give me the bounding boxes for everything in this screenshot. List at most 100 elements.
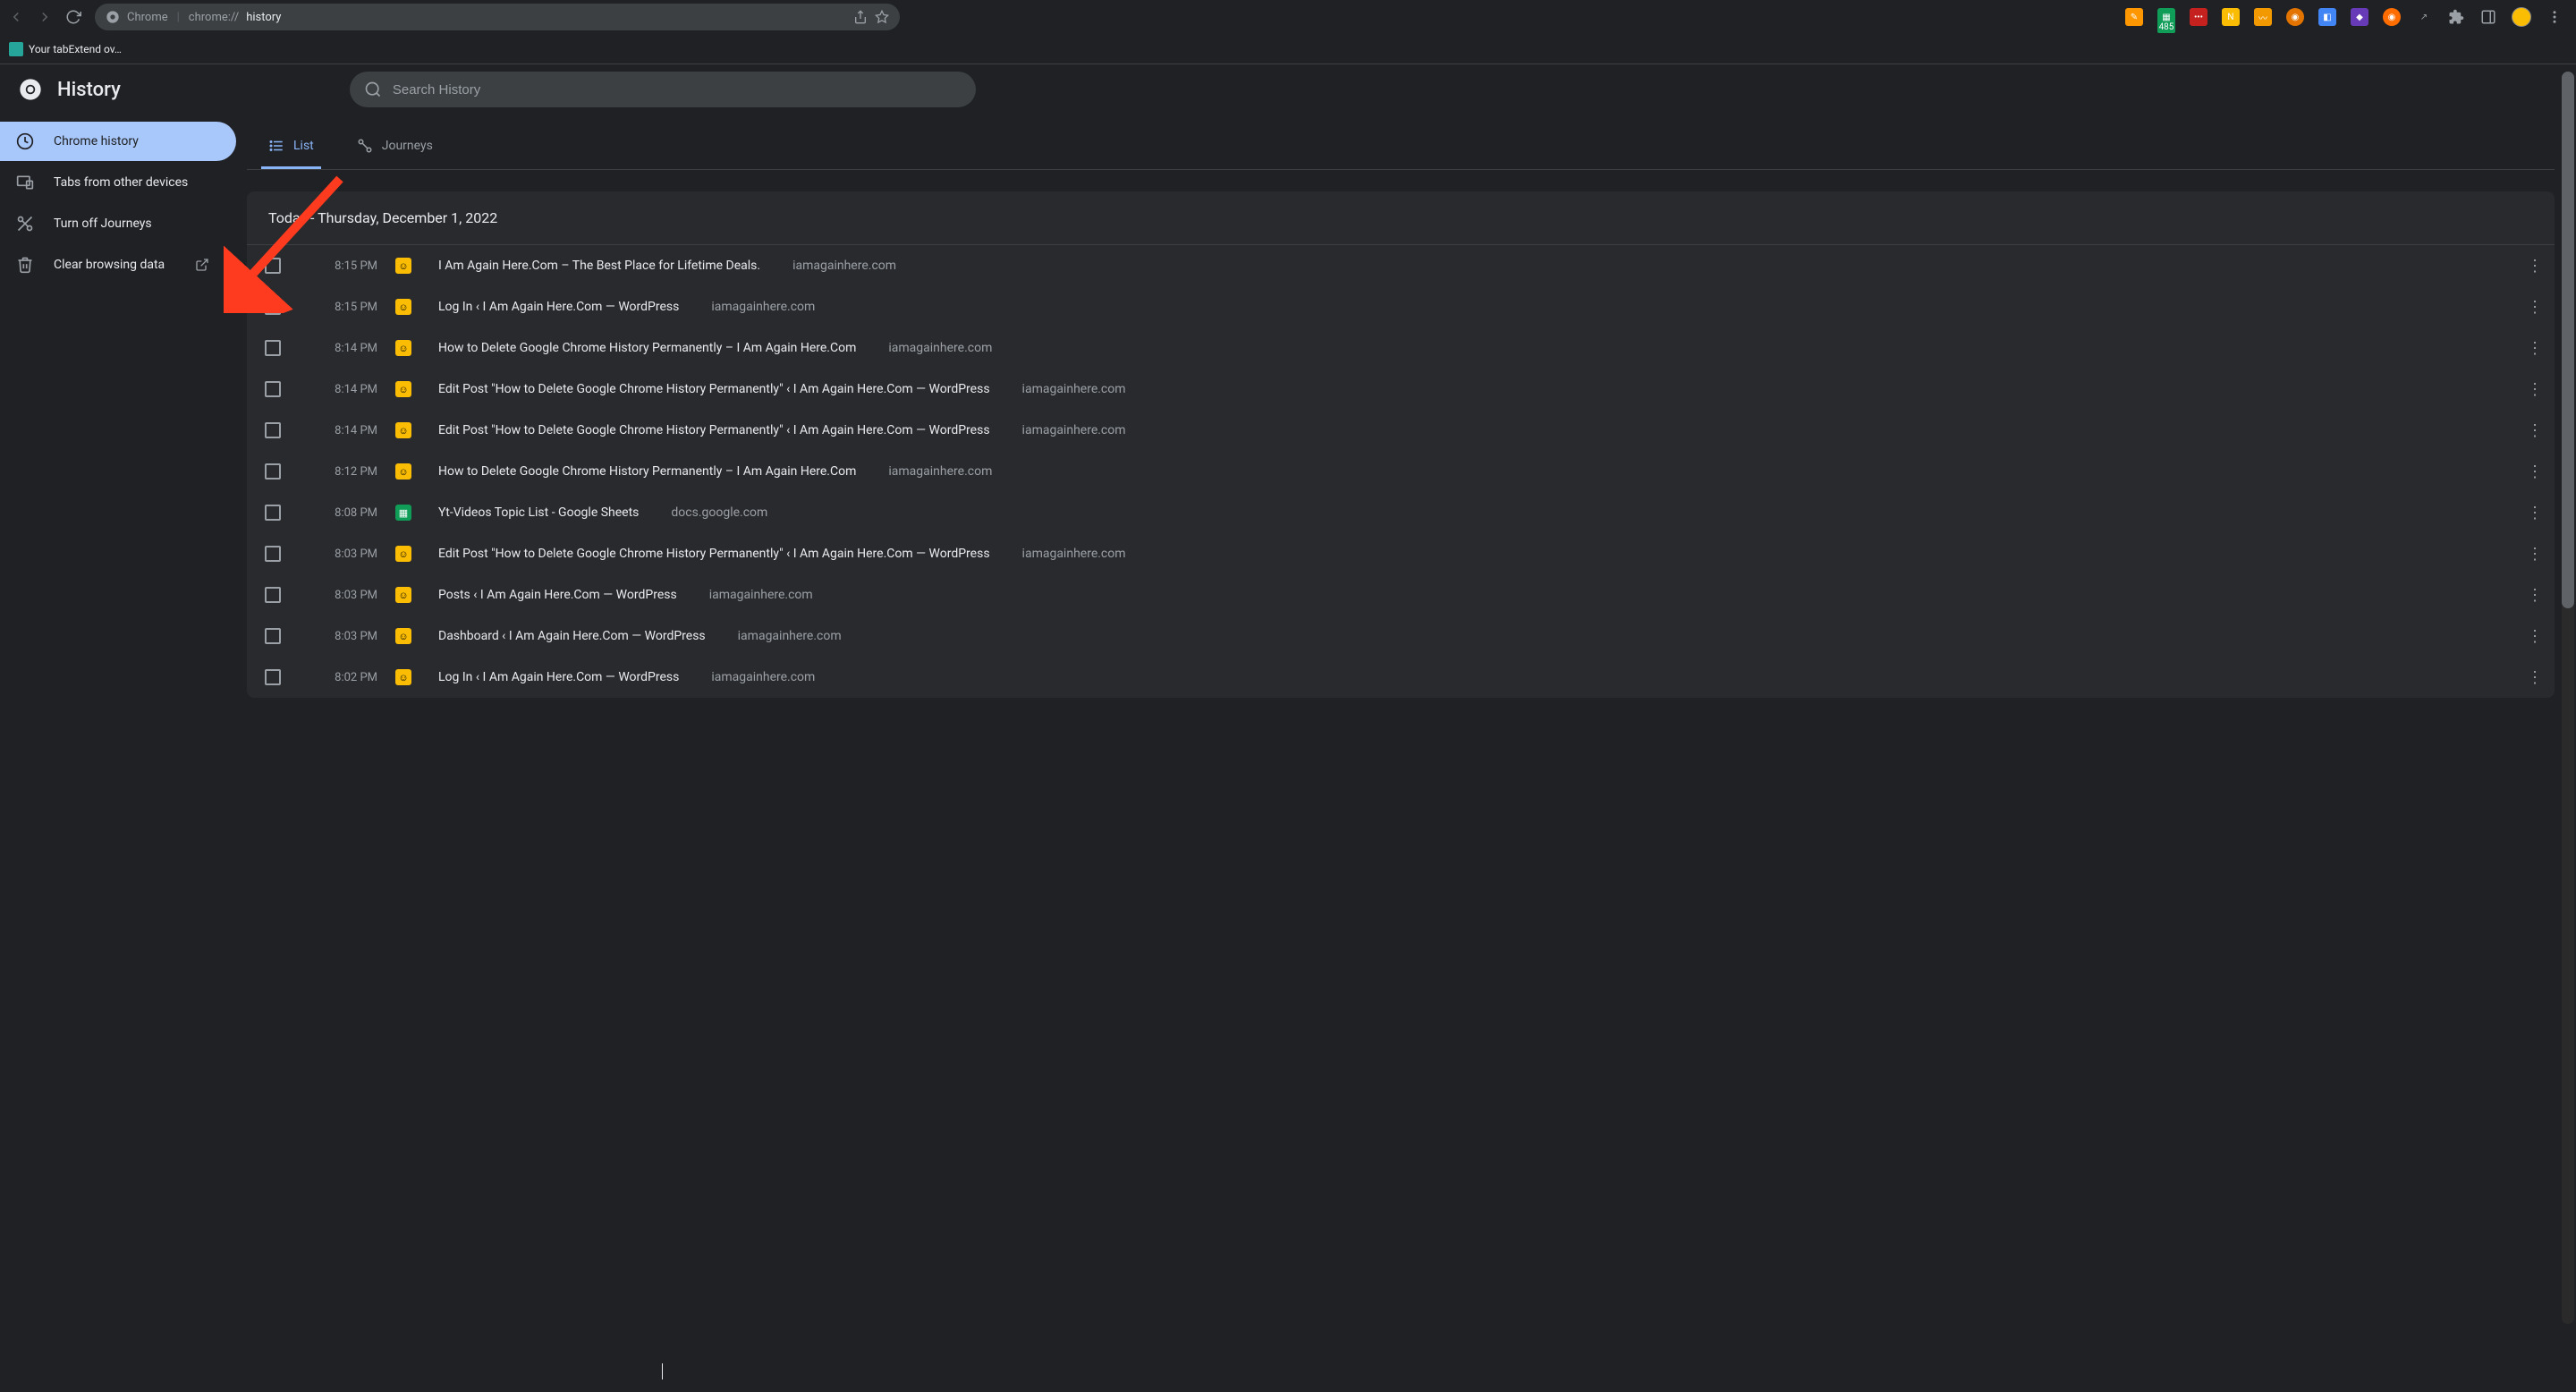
- text-cursor: [662, 1363, 663, 1379]
- row-more-menu[interactable]: ⋮: [2522, 257, 2547, 276]
- row-checkbox[interactable]: [265, 340, 281, 356]
- row-title[interactable]: How to Delete Google Chrome History Perm…: [438, 464, 856, 479]
- clock-icon: [16, 132, 34, 150]
- search-history-box[interactable]: [350, 72, 976, 107]
- omnibox[interactable]: Chrome | chrome://history: [95, 4, 900, 30]
- history-row[interactable]: 8:03 PM☺Dashboard ‹ I Am Again Here.Com …: [247, 615, 2555, 657]
- scrollbar-track[interactable]: [2562, 72, 2574, 1324]
- extension-icon[interactable]: •••: [2190, 8, 2207, 26]
- row-more-menu[interactable]: ⋮: [2522, 627, 2547, 646]
- history-row[interactable]: 8:14 PM☺Edit Post "How to Delete Google …: [247, 369, 2555, 410]
- extension-icon[interactable]: ◆: [2351, 8, 2368, 26]
- row-title[interactable]: Log In ‹ I Am Again Here.Com — WordPress: [438, 300, 679, 314]
- row-time: 8:14 PM: [299, 342, 377, 355]
- sidebar-item-turn-off-journeys[interactable]: Turn off Journeys: [0, 204, 236, 243]
- chrome-menu-icon[interactable]: [2546, 9, 2563, 25]
- history-row[interactable]: 8:15 PM☺I Am Again Here.Com – The Best P…: [247, 245, 2555, 286]
- history-row[interactable]: 8:08 PM▦Yt-Videos Topic List - Google Sh…: [247, 492, 2555, 533]
- row-time: 8:14 PM: [299, 424, 377, 437]
- extension-icon[interactable]: ▦ 485: [2157, 8, 2175, 26]
- row-title[interactable]: I Am Again Here.Com – The Best Place for…: [438, 259, 760, 273]
- row-more-menu[interactable]: ⋮: [2522, 298, 2547, 317]
- extension-icon[interactable]: ↗: [2415, 8, 2433, 26]
- row-more-menu[interactable]: ⋮: [2522, 339, 2547, 358]
- search-input[interactable]: [393, 82, 962, 98]
- row-checkbox[interactable]: [265, 422, 281, 438]
- row-more-menu[interactable]: ⋮: [2522, 545, 2547, 564]
- scrollbar-thumb[interactable]: [2562, 72, 2574, 608]
- journeys-icon: [357, 138, 373, 154]
- page-title: History: [57, 79, 121, 101]
- row-time: 8:12 PM: [299, 465, 377, 479]
- sidebar: Chrome history Tabs from other devices T…: [0, 115, 247, 1392]
- row-more-menu[interactable]: ⋮: [2522, 668, 2547, 687]
- sidebar-item-label: Clear browsing data: [54, 258, 165, 272]
- history-row[interactable]: 8:02 PM☺Log In ‹ I Am Again Here.Com — W…: [247, 657, 2555, 698]
- row-more-menu[interactable]: ⋮: [2522, 504, 2547, 522]
- row-checkbox[interactable]: [265, 505, 281, 521]
- history-row[interactable]: 8:14 PM☺How to Delete Google Chrome Hist…: [247, 327, 2555, 369]
- extensions-menu-icon[interactable]: [2447, 9, 2465, 25]
- row-more-menu[interactable]: ⋮: [2522, 463, 2547, 481]
- tab-journeys[interactable]: Journeys: [350, 129, 440, 169]
- row-domain: iamagainhere.com: [709, 588, 813, 602]
- extension-icon[interactable]: 〰: [2254, 8, 2272, 26]
- row-title[interactable]: How to Delete Google Chrome History Perm…: [438, 341, 856, 355]
- share-icon[interactable]: [853, 10, 868, 24]
- extension-icon[interactable]: N: [2222, 8, 2240, 26]
- side-panel-icon[interactable]: [2479, 9, 2497, 25]
- row-title[interactable]: Yt-Videos Topic List - Google Sheets: [438, 505, 639, 520]
- row-checkbox[interactable]: [265, 381, 281, 397]
- row-domain: iamagainhere.com: [1022, 547, 1126, 561]
- row-title[interactable]: Edit Post "How to Delete Google Chrome H…: [438, 423, 990, 437]
- history-row[interactable]: 8:03 PM☺Edit Post "How to Delete Google …: [247, 533, 2555, 574]
- favicon-icon: ☺: [395, 422, 411, 438]
- row-time: 8:03 PM: [299, 547, 377, 561]
- history-row[interactable]: 8:15 PM☺Log In ‹ I Am Again Here.Com — W…: [247, 286, 2555, 327]
- sidebar-item-chrome-history[interactable]: Chrome history: [0, 122, 236, 161]
- row-checkbox[interactable]: [265, 258, 281, 274]
- favicon-icon: ☺: [395, 587, 411, 603]
- row-checkbox[interactable]: [265, 299, 281, 315]
- reload-button[interactable]: [61, 4, 86, 30]
- favicon-icon: ☺: [395, 258, 411, 274]
- row-title[interactable]: Edit Post "How to Delete Google Chrome H…: [438, 382, 990, 396]
- tab-list[interactable]: List: [261, 129, 321, 169]
- row-domain: iamagainhere.com: [792, 259, 896, 273]
- row-domain: iamagainhere.com: [738, 629, 842, 643]
- row-checkbox[interactable]: [265, 669, 281, 685]
- profile-avatar[interactable]: [2512, 7, 2531, 27]
- history-row[interactable]: 8:03 PM☺Posts ‹ I Am Again Here.Com — Wo…: [247, 574, 2555, 615]
- bookmark-star-icon[interactable]: [875, 10, 889, 24]
- extension-icon[interactable]: ◉: [2383, 8, 2401, 26]
- history-row[interactable]: 8:14 PM ☺ Edit Post "How to Delete Google …: [247, 410, 2555, 451]
- history-main: List Journeys Today - Thursday, December…: [247, 115, 2576, 1392]
- favicon-icon: ☺: [395, 463, 411, 480]
- row-more-menu[interactable]: ⋮: [2522, 421, 2547, 440]
- row-title[interactable]: Dashboard ‹ I Am Again Here.Com — WordPr…: [438, 629, 706, 643]
- row-title[interactable]: Posts ‹ I Am Again Here.Com — WordPress: [438, 588, 677, 602]
- sidebar-item-tabs-other-devices[interactable]: Tabs from other devices: [0, 163, 236, 202]
- row-title[interactable]: Edit Post "How to Delete Google Chrome H…: [438, 547, 990, 561]
- row-domain: iamagainhere.com: [888, 341, 992, 355]
- extensions-row: ✎ ▦ 485 ••• N 〰 ◉ ◧ ◆ ◉ ↗: [2125, 7, 2572, 27]
- favicon-icon: ▦: [395, 505, 411, 521]
- row-more-menu[interactable]: ⋮: [2522, 586, 2547, 605]
- sidebar-item-clear-browsing-data[interactable]: Clear browsing data: [0, 245, 236, 284]
- omnibox-path: history: [246, 11, 281, 24]
- row-checkbox[interactable]: [265, 587, 281, 603]
- bookmark-item[interactable]: Your tabExtend ov…: [9, 42, 122, 56]
- extension-icon[interactable]: ◧: [2318, 8, 2336, 26]
- back-button[interactable]: [4, 4, 29, 30]
- forward-button[interactable]: [32, 4, 57, 30]
- history-row[interactable]: 8:12 PM ☺ How to Delete Google Chrome Hist…: [247, 451, 2555, 492]
- extension-icon[interactable]: ✎: [2125, 8, 2143, 26]
- bookmark-label: Your tabExtend ov…: [29, 43, 122, 55]
- row-checkbox[interactable]: [265, 546, 281, 562]
- row-title[interactable]: Log In ‹ I Am Again Here.Com — WordPress: [438, 670, 679, 684]
- row-checkbox[interactable]: [265, 463, 281, 480]
- row-more-menu[interactable]: ⋮: [2522, 380, 2547, 399]
- history-header: History: [0, 64, 2576, 115]
- row-checkbox[interactable]: [265, 628, 281, 644]
- extension-icon[interactable]: ◉: [2286, 8, 2304, 26]
